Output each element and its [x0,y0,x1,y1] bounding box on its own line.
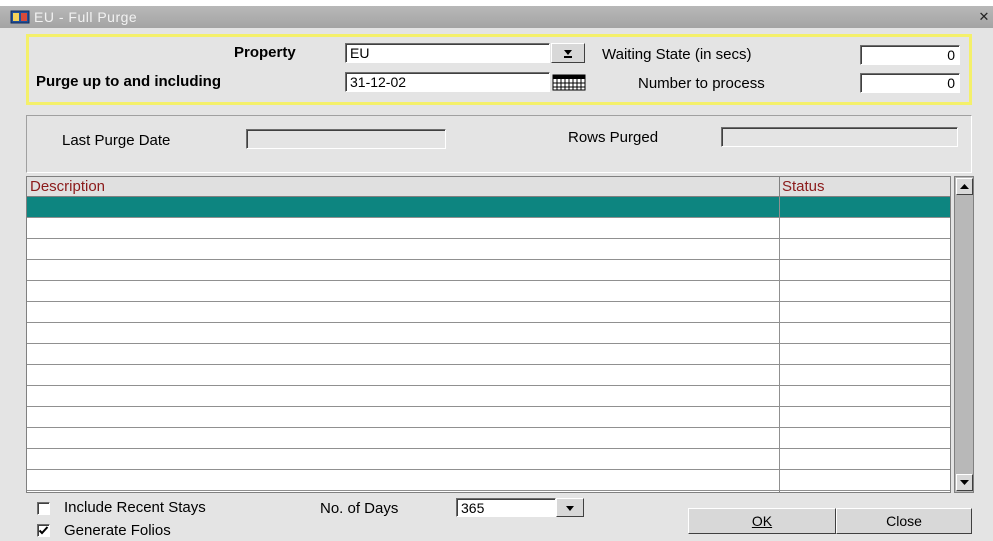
generate-folios-label: Generate Folios [64,522,171,539]
table-row[interactable] [27,260,950,281]
property-input[interactable]: EU [345,43,550,63]
checkmark-icon [38,526,49,535]
purge-date-label: Purge up to and including [36,73,221,90]
number-to-process-label: Number to process [638,75,765,92]
calendar-button[interactable] [552,73,586,92]
waiting-state-label: Waiting State (in secs) [602,46,752,63]
scroll-down-button[interactable] [956,474,973,491]
grid-header: Description Status [27,177,950,197]
purge-results-grid: Description Status [26,176,951,493]
ok-button-label: OK [751,513,773,529]
arrow-up-icon [960,184,969,189]
title-bar: EU - Full Purge ✕ [0,6,993,28]
property-label: Property [234,44,296,61]
property-dropdown-button[interactable] [551,43,585,63]
number-to-process-input[interactable]: 0 [860,73,960,93]
table-row[interactable] [27,470,950,491]
table-row[interactable] [27,239,950,260]
last-purge-date-field [246,129,446,149]
last-purge-date-label: Last Purge Date [62,132,171,149]
days-dropdown-button[interactable] [556,498,584,517]
column-description[interactable]: Description [30,178,105,195]
table-row[interactable] [27,281,950,302]
table-row[interactable] [27,449,950,470]
table-row[interactable] [27,428,950,449]
table-row[interactable] [27,344,950,365]
chevron-down-icon [566,506,574,511]
table-row[interactable] [27,323,950,344]
window-title: EU - Full Purge [34,9,138,25]
close-button[interactable]: Close [836,508,972,534]
include-recent-stays-label: Include Recent Stays [64,499,206,516]
table-row[interactable] [27,197,950,218]
purge-date-input[interactable]: 31-12-02 [345,72,550,92]
arrow-down-icon [960,480,969,485]
column-status[interactable]: Status [782,178,825,195]
waiting-state-input[interactable]: 0 [860,45,960,65]
ok-button[interactable]: OK [688,508,836,534]
generate-folios-checkbox[interactable] [37,524,50,537]
calendar-icon [552,74,586,91]
days-label: No. of Days [320,500,399,517]
rows-purged-label: Rows Purged [568,129,659,146]
table-row[interactable] [27,218,950,239]
dropdown-arrow-icon [564,50,572,58]
close-icon[interactable]: ✕ [977,9,991,25]
rows-purged-field [721,127,958,147]
grid-scrollbar[interactable] [954,176,974,493]
scroll-up-button[interactable] [956,178,973,195]
include-recent-stays-checkbox[interactable] [37,502,50,515]
app-icon [10,10,30,24]
table-row[interactable] [27,386,950,407]
close-button-label: Close [886,513,922,529]
table-row[interactable] [27,365,950,386]
table-row[interactable] [27,302,950,323]
table-row[interactable] [27,407,950,428]
days-input[interactable]: 365 [456,498,556,517]
